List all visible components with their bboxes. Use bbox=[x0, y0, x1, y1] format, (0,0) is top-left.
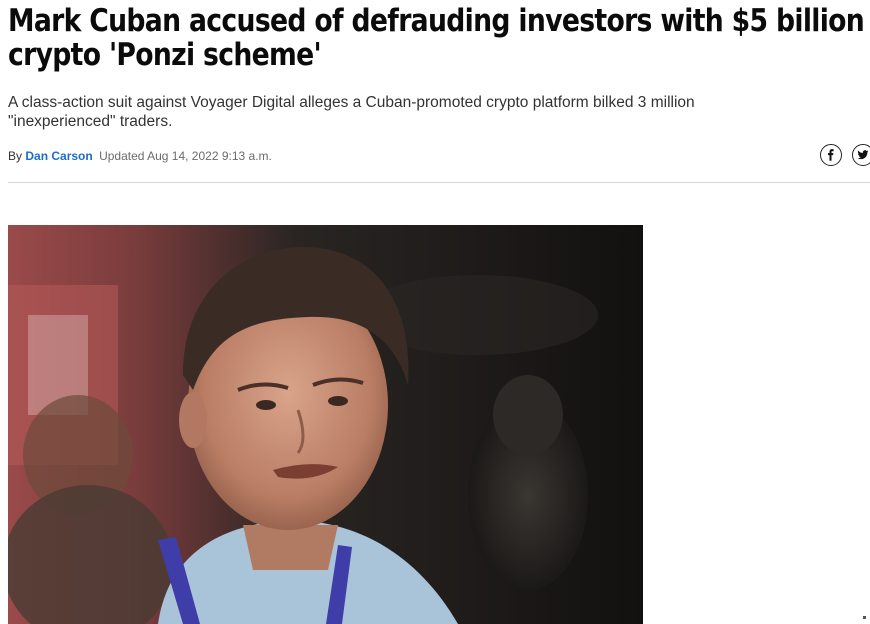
article: Mark Cuban accused of defrauding investo… bbox=[0, 0, 870, 624]
facebook-icon bbox=[828, 149, 834, 161]
facebook-share-button[interactable] bbox=[820, 144, 842, 166]
headline-line-1: Mark Cuban accused of defrauding investo… bbox=[8, 3, 865, 39]
updated-timestamp: Updated Aug 14, 2022 9:13 a.m. bbox=[99, 149, 272, 163]
twitter-icon bbox=[857, 150, 869, 160]
dek-line-1: A class-action suit against Voyager Digi… bbox=[8, 94, 695, 111]
twitter-share-button[interactable] bbox=[852, 144, 870, 166]
header-divider bbox=[8, 182, 870, 183]
headline: Mark Cuban accused of defrauding investo… bbox=[8, 3, 865, 73]
article-dek: A class-action suit against Voyager Digi… bbox=[8, 93, 838, 131]
author-link[interactable]: Dan Carson bbox=[25, 149, 92, 163]
byline: By Dan Carson Updated Aug 14, 2022 9:13 … bbox=[8, 149, 272, 163]
hero-image[interactable] bbox=[8, 225, 643, 624]
share-buttons bbox=[820, 144, 870, 166]
byline-prefix: By bbox=[8, 149, 23, 163]
page-edge-mark bbox=[863, 616, 866, 619]
headline-line-2: crypto 'Ponzi scheme' bbox=[8, 37, 322, 73]
dek-line-2: "inexperienced" traders. bbox=[8, 113, 173, 130]
man-wearing-lanyard-photo bbox=[8, 225, 643, 624]
